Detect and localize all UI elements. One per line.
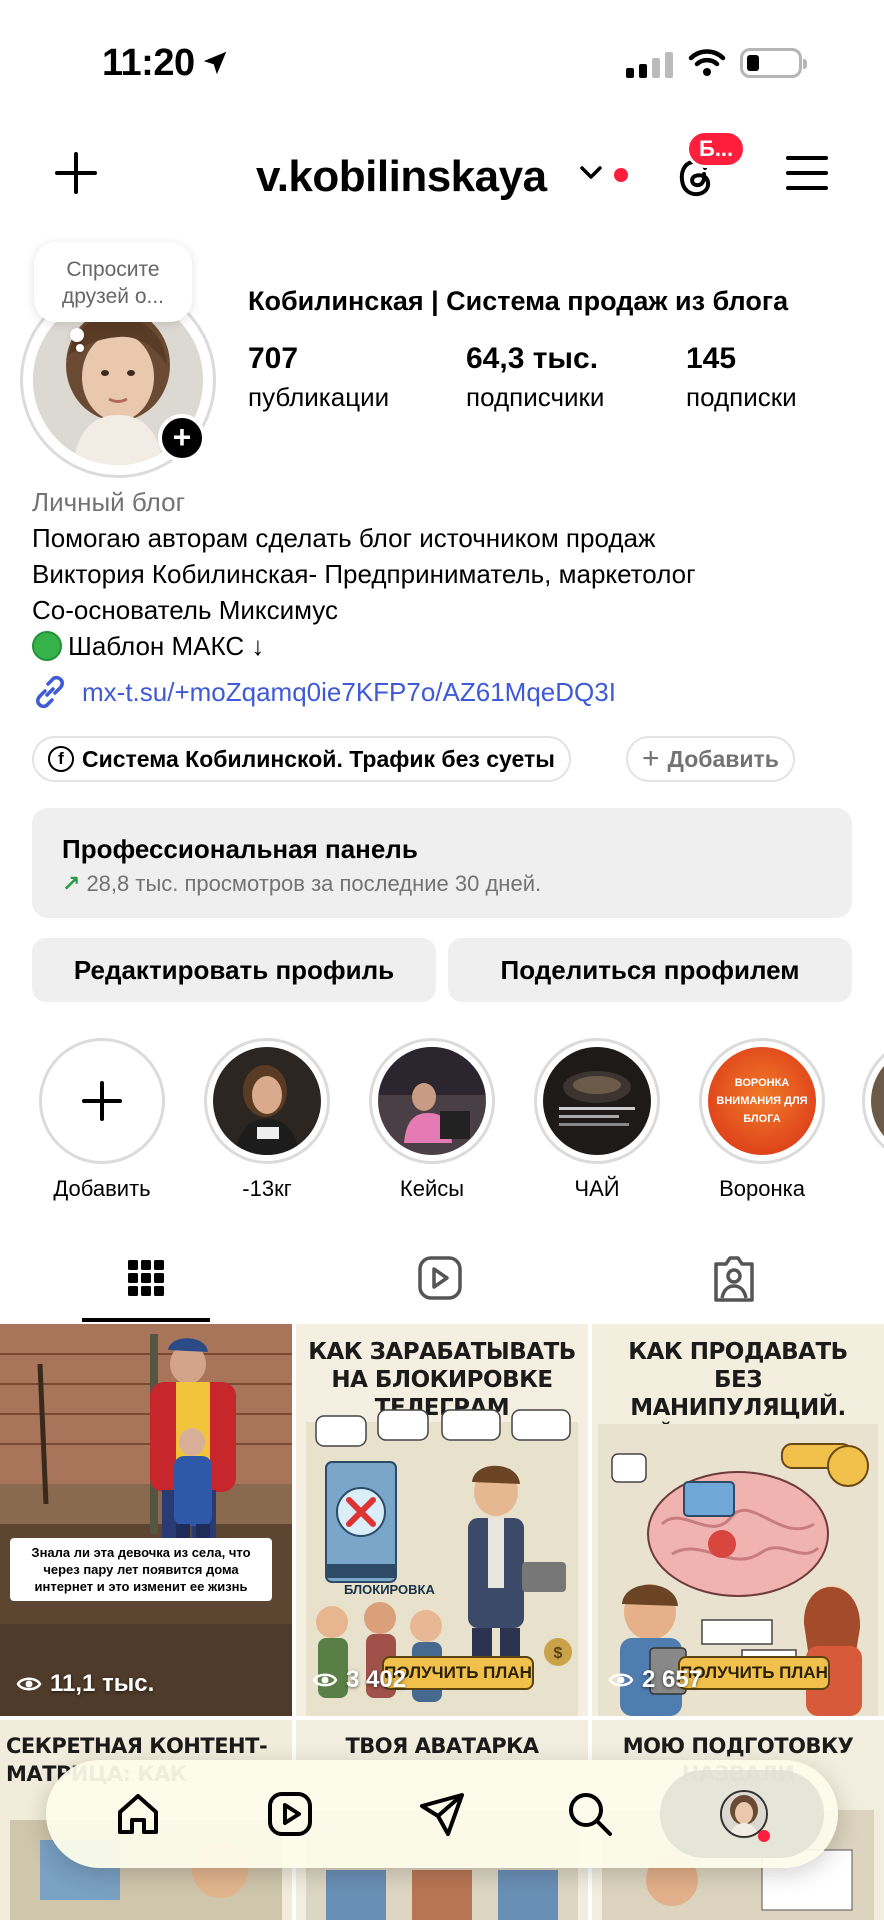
post-thumbnail[interactable]: КАК ЗАРАБАТЫВАТЬ НА БЛОКИРОВКЕ ТЕЛЕГРАМ … <box>296 1324 588 1716</box>
add-link-chip[interactable]: + Добавить <box>626 736 795 782</box>
highlight-item-partial[interactable] <box>862 1038 884 1164</box>
chip-label: Добавить <box>667 745 779 772</box>
highlight-label: Кейсы <box>399 1176 465 1201</box>
battery-icon <box>740 48 807 78</box>
highlight-item[interactable]: ЧАЙ <box>532 1038 662 1202</box>
views-value: 2 657 <box>642 1666 703 1693</box>
share-profile-button[interactable]: Поделиться профилем <box>448 938 852 1002</box>
profile-header: v.kobilinskaya Б... <box>0 130 884 220</box>
reels-icon[interactable] <box>410 1252 470 1308</box>
highlight-label: ЧАЙ <box>574 1176 620 1201</box>
reels-icon[interactable] <box>266 1790 314 1838</box>
highlight-cover <box>378 1047 486 1155</box>
stat-value: 145 <box>686 342 737 375</box>
highlight-add[interactable]: Добавить <box>37 1038 167 1202</box>
highlight-label: Воронка <box>719 1176 805 1201</box>
threads-badge: Б... <box>686 130 747 168</box>
grid-icon[interactable] <box>116 1252 176 1308</box>
highlight-cover: ВОРОНКА ВНИМАНИЯ ДЛЯ БЛОГА <box>708 1047 816 1155</box>
post-thumbnail[interactable]: КАК ПРОДАВАТЬ БЕЗ МАНИПУЛЯЦИЙ. НЕЙРОБИОЛ… <box>592 1324 884 1716</box>
status-bar: 11:20 <box>0 0 884 130</box>
bio-line-template: Шаблон МАКС ↓ <box>32 628 862 664</box>
profile-tabs <box>0 1238 884 1322</box>
stat-label: подписчики <box>466 382 605 412</box>
post-title: ТВОЯ АВАТАРКА <box>345 1734 539 1758</box>
location-arrow-icon <box>203 51 227 75</box>
highlight-cover <box>213 1047 321 1155</box>
green-circle-icon <box>32 631 62 661</box>
trend-up-icon: ↗ <box>62 871 81 896</box>
highlight-cover-text: ВОРОНКА ВНИМАНИЯ ДЛЯ БЛОГА <box>716 1077 808 1125</box>
eye-icon <box>312 1673 338 1687</box>
username-switcher[interactable]: v.kobilinskaya <box>256 152 547 202</box>
facebook-page-chip[interactable]: f Система Кобилинской. Трафик без суеты <box>32 736 571 782</box>
facebook-icon: f <box>48 746 74 772</box>
highlight-label: Добавить <box>53 1176 151 1201</box>
bio: Личный блог Помогаю авторам сделать блог… <box>32 484 862 664</box>
link-text[interactable]: mx-t.su/+moZqamq0ie7KFP7o/AZ61MqeDQ3I <box>82 677 616 708</box>
eye-icon <box>608 1673 634 1687</box>
search-icon[interactable] <box>566 1790 614 1838</box>
bio-line: Помогаю авторам сделать блог источником … <box>32 523 656 553</box>
highlight-item[interactable]: ВОРОНКА ВНИМАНИЯ ДЛЯ БЛОГА Воронка <box>697 1038 827 1202</box>
stat-value: 707 <box>248 342 299 375</box>
bio-line: Шаблон МАКС ↓ <box>68 631 265 661</box>
active-tab-indicator <box>82 1318 210 1322</box>
notification-dot <box>614 168 628 182</box>
views-value: 11,1 тыс. <box>50 1670 155 1697</box>
notification-dot <box>758 1830 770 1842</box>
note-bubble[interactable]: Спросите друзей о... <box>34 242 192 322</box>
art-label: БЛОКИРОВКА <box>344 1582 435 1597</box>
svg-text:$: $ <box>554 1645 563 1662</box>
stat-value: 64,3 тыс. <box>466 342 599 375</box>
pro-panel-subtitle: 28,8 тыс. просмотров за последние 30 дне… <box>86 871 542 896</box>
send-icon[interactable] <box>418 1790 466 1838</box>
views-count: 11,1 тыс. <box>16 1670 154 1698</box>
post-thumbnail[interactable]: Знала ли эта девочка из села, что через … <box>0 1324 292 1716</box>
home-icon[interactable] <box>114 1790 162 1838</box>
post-caption: Знала ли эта девочка из села, что через … <box>10 1538 272 1601</box>
stat-following[interactable]: 145 подписки <box>686 342 797 413</box>
chevron-down-icon[interactable] <box>578 164 604 182</box>
menu-icon[interactable] <box>786 156 828 192</box>
chip-label: Система Кобилинской. Трафик без суеты <box>82 745 555 772</box>
professional-dashboard[interactable]: Профессиональная панель ↗ 28,8 тыс. просм… <box>32 808 852 918</box>
highlight-item[interactable]: -13кг <box>202 1038 332 1202</box>
stat-posts[interactable]: 707 публикации <box>248 342 389 413</box>
views-count: 2 657 <box>608 1666 702 1694</box>
add-story-button[interactable]: + <box>158 414 206 462</box>
views-value: 3 402 <box>346 1666 407 1693</box>
highlight-cover <box>543 1047 651 1155</box>
highlight-label: -13кг <box>242 1176 292 1201</box>
edit-profile-button[interactable]: Редактировать профиль <box>32 938 436 1002</box>
highlight-item[interactable]: Кейсы <box>367 1038 497 1202</box>
plus-icon <box>82 1081 122 1121</box>
pro-panel-title: Профессиональная панель <box>62 834 418 864</box>
bio-line: Виктория Кобилинская- Предприниматель, м… <box>32 559 696 589</box>
tagged-icon[interactable] <box>704 1252 764 1308</box>
stat-followers[interactable]: 64,3 тыс. подписчики <box>466 342 604 413</box>
stat-label: подписки <box>686 382 797 412</box>
eye-icon <box>16 1677 42 1691</box>
note-bubble-tail-small <box>76 344 84 352</box>
profile-name: Кобилинская | Система продаж из блога <box>248 286 789 316</box>
status-time: 11:20 <box>102 42 195 84</box>
profile-link[interactable]: mx-t.su/+moZqamq0ie7KFP7o/AZ61MqeDQ3I <box>32 674 616 710</box>
profile-category: Личный блог <box>32 487 186 517</box>
link-icon <box>36 675 64 709</box>
plus-icon: + <box>642 742 660 775</box>
views-count: 3 402 <box>312 1666 406 1694</box>
bottom-navigation <box>46 1760 838 1868</box>
cellular-signal-icon <box>626 52 673 78</box>
wifi-icon <box>688 49 726 76</box>
create-button[interactable] <box>52 150 100 198</box>
stat-label: публикации <box>248 382 390 412</box>
bio-line: Со-основатель Миксимус <box>32 595 338 625</box>
note-bubble-tail <box>70 328 84 342</box>
